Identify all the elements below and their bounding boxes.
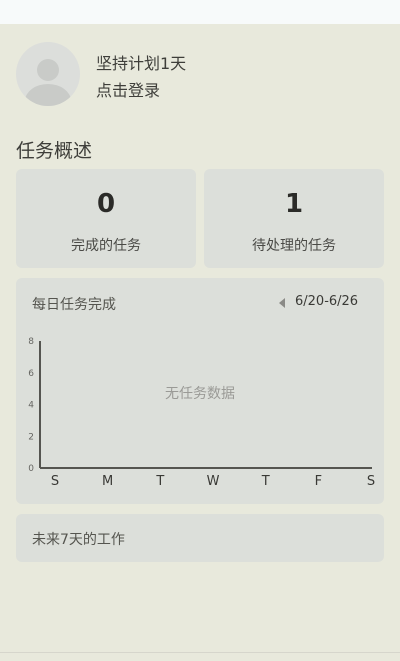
empty-chart-text: 无任务数据	[165, 386, 235, 402]
streak-text: 坚持计划1天	[96, 54, 187, 73]
overview-title: 任务概述	[16, 140, 93, 162]
x-tick-label: S	[367, 474, 375, 489]
x-tick-label: S	[51, 474, 59, 489]
divider	[0, 652, 400, 653]
x-tick-label: M	[102, 474, 113, 489]
login-link[interactable]: 点击登录	[96, 77, 160, 101]
pending-tasks-card[interactable]: 1 待处理的任务	[204, 169, 384, 268]
x-tick-label: T	[155, 474, 164, 489]
profile-header[interactable]: 坚持计划1天 点击登录	[16, 42, 384, 106]
completed-tasks-card[interactable]: 0 完成的任务	[16, 169, 196, 268]
y-tick-label: 0	[28, 464, 34, 474]
avatar[interactable]	[16, 42, 80, 106]
pending-label: 待处理的任务	[252, 238, 336, 254]
next-7-days-card[interactable]: 未来7天的工作	[16, 514, 384, 562]
x-tick-label: W	[207, 474, 220, 489]
y-tick-label: 2	[28, 432, 34, 442]
avatar-head-icon	[37, 59, 59, 81]
y-tick-label: 8	[28, 337, 34, 347]
x-tick-label: F	[315, 474, 322, 489]
y-tick-label: 6	[28, 369, 34, 379]
avatar-body-icon	[25, 84, 71, 106]
completed-count: 0	[96, 189, 116, 219]
daily-completion-card: 每日任务完成 6/20-6/26 02468SMTWTFS 无任务数据	[16, 278, 384, 504]
x-tick-label: T	[261, 474, 270, 489]
pending-count: 1	[284, 189, 304, 219]
completed-label: 完成的任务	[71, 238, 141, 254]
status-bar	[0, 0, 400, 24]
next-7-days-title: 未来7天的工作	[32, 532, 125, 548]
